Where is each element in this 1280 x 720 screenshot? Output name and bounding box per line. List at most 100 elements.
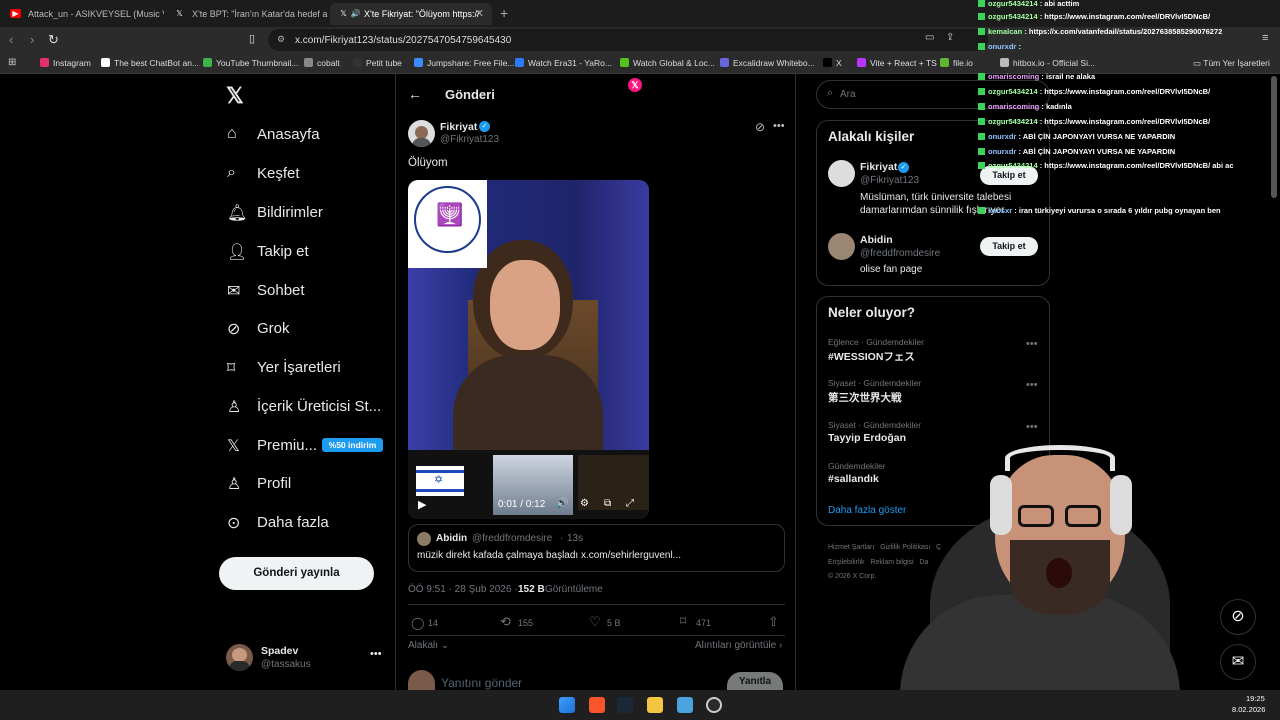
bookmark-item[interactable]: The best ChatBot an...: [101, 58, 199, 68]
apps-grid-icon[interactable]: ⊞: [8, 57, 16, 68]
chat-text: : https://x.com/vatanfedail/status/20276…: [1024, 27, 1223, 36]
tab-title: Attack_un - ASIKVEYSEL (Music Vide...: [28, 9, 164, 19]
bookmark-page-icon[interactable]: ▯: [249, 32, 255, 45]
obs-icon[interactable]: [706, 697, 722, 713]
grok-icon[interactable]: ⊘: [755, 120, 765, 134]
like-icon[interactable]: ♡: [589, 614, 601, 630]
bookmark-item[interactable]: Instagram: [40, 58, 91, 68]
view-quotes-link[interactable]: Alıntıları görüntüle ›: [695, 640, 782, 651]
sidebar-item-home[interactable]: ⌂ Anasayfa: [225, 125, 385, 146]
show-more-link[interactable]: Daha fazla göster: [828, 505, 906, 516]
fullscreen-icon[interactable]: ⤢: [626, 498, 634, 509]
bookmark-item[interactable]: Petit tube: [353, 58, 402, 68]
new-tab-icon[interactable]: +: [500, 5, 508, 21]
bookmark-icon[interactable]: ⌑: [680, 614, 686, 628]
settings-icon[interactable]: ⚙: [580, 498, 589, 509]
video-time: 0:01 / 0:12: [498, 499, 546, 510]
brave-browser-icon[interactable]: [589, 697, 605, 713]
author-handle[interactable]: @Fikriyat123: [440, 134, 499, 145]
messages-float-icon[interactable]: ✉: [1220, 644, 1256, 680]
app-icon[interactable]: [677, 697, 693, 713]
share-icon[interactable]: ⇧: [768, 614, 779, 630]
all-bookmarks-folder[interactable]: ▭ Tüm Yer İşaretleri: [1193, 58, 1270, 69]
follow-button[interactable]: Takip et: [980, 237, 1038, 256]
cast-icon[interactable]: ▭: [925, 32, 934, 43]
trend-more-icon[interactable]: •••: [1026, 379, 1038, 391]
sidebar-item-label: Grok: [257, 320, 290, 337]
trend-more-icon[interactable]: •••: [1026, 338, 1038, 350]
sidebar-item-grok[interactable]: ⊘ Grok: [225, 320, 385, 340]
bookmark-item[interactable]: Excalidraw Whitebo...: [720, 58, 815, 68]
reply-icon[interactable]: ◯: [411, 616, 424, 630]
account-more-icon[interactable]: •••: [370, 648, 382, 660]
bookmark-item[interactable]: hitbox.io - Official Si...: [1000, 58, 1095, 68]
sidebar-item-bookmark[interactable]: ⌑ Yer İşaretleri: [225, 359, 385, 379]
author-name[interactable]: Fikriyat: [440, 121, 477, 133]
url-field[interactable]: ⚙ x.com/Fikriyat123/status/2027547054759…: [268, 29, 988, 51]
sidebar-item-more-circle[interactable]: ⊙ Daha fazla: [225, 514, 385, 534]
chat-text: : https://www.instagram.com/reel/DRVlvI5…: [1039, 161, 1234, 170]
sidebar-item-person-add[interactable]: 👤︎ Takip et: [225, 243, 385, 263]
person-name[interactable]: Abidin: [860, 234, 893, 246]
bookmark-item[interactable]: Watch Global & Loc...: [620, 58, 715, 68]
browser-tab-active[interactable]: 𝕏 🔊 X'te Fikriyat: "Ölüyom https:// ✕: [330, 3, 492, 25]
trend-name[interactable]: #WESSIONフェス: [828, 349, 915, 364]
x-logo-icon[interactable]: 𝕏: [226, 83, 244, 109]
browser-tab[interactable]: ▶ Attack_un - ASIKVEYSEL (Music Vide...: [2, 3, 164, 25]
author-avatar[interactable]: [408, 120, 435, 147]
back-arrow-icon[interactable]: ←: [408, 86, 422, 102]
file-explorer-icon[interactable]: [647, 697, 663, 713]
repost-icon[interactable]: ⟲: [500, 614, 511, 630]
person-avatar[interactable]: [828, 233, 855, 260]
back-icon[interactable]: ‹: [9, 32, 13, 47]
trend-name[interactable]: Tayyip Erdoğan: [828, 432, 906, 444]
grok-float-icon[interactable]: ⊘: [1220, 599, 1256, 635]
reply-button[interactable]: Yanıtla: [727, 672, 783, 690]
trend-name[interactable]: #sallandık: [828, 473, 879, 485]
bookmark-item[interactable]: Jumpshare: Free File...: [414, 58, 514, 68]
sidebar-item-search[interactable]: ⌕ Keşfet: [225, 164, 385, 185]
menu-icon[interactable]: ≡: [1262, 32, 1268, 44]
post-button[interactable]: Gönderi yayınla: [219, 557, 374, 590]
chat-username: ozgur5434214: [988, 87, 1038, 96]
volume-icon[interactable]: 🔊: [556, 498, 568, 509]
bookmark-item[interactable]: file.io: [940, 58, 973, 68]
play-icon[interactable]: ▶: [418, 498, 426, 511]
sidebar-item-creator-studio[interactable]: ♙ İçerik Üreticisi St...: [225, 398, 385, 418]
person-avatar[interactable]: [828, 160, 855, 187]
close-tab-icon[interactable]: ✕: [475, 7, 484, 20]
trend-more-icon[interactable]: •••: [1026, 421, 1038, 433]
reload-icon[interactable]: ↻: [48, 32, 59, 48]
post-more-icon[interactable]: •••: [773, 120, 785, 132]
bookmark-item[interactable]: cobalt: [304, 58, 340, 68]
bookmark-label: Watch Era31 - YaRo...: [528, 58, 612, 68]
quoted-post[interactable]: Abidin @freddfromdesire · 13s müzik dire…: [408, 524, 785, 572]
browser-tab[interactable]: 𝕏 X'te BPT: "İran'ın Katar'da hedef aldı…: [166, 3, 328, 25]
pip-icon[interactable]: ⧉: [604, 498, 611, 509]
share-icon[interactable]: ⇪: [946, 32, 954, 43]
scrollbar[interactable]: [1271, 76, 1277, 198]
bookmark-item[interactable]: X: [823, 58, 842, 68]
tab-title: X'te Fikriyat: "Ölüyom https://: [364, 9, 480, 19]
windows-start-icon[interactable]: [559, 697, 575, 713]
account-avatar[interactable]: [226, 644, 253, 671]
post-timestamp[interactable]: ÖÖ 9:51 · 28 Şub 2026 ·: [408, 584, 518, 595]
bookmark-item[interactable]: YouTube Thumbnail...: [203, 58, 298, 68]
steam-icon[interactable]: [617, 697, 633, 713]
reply-input[interactable]: Yanıtını gönder: [441, 676, 522, 690]
bookmark-item[interactable]: Vite + React + TS: [857, 58, 937, 68]
trend-name[interactable]: 第三次世界大戦: [828, 390, 902, 405]
sidebar-item-mail[interactable]: ✉ Sohbet: [225, 282, 385, 302]
post-video[interactable]: 🕎 ✡ ▶ 0:01 / 0:12 🔊 ⚙ ⧉ ⤢: [408, 180, 649, 519]
site-info-icon[interactable]: ⚙: [277, 34, 285, 45]
chat-message: ozgur5434214 : https://www.instagram.com…: [978, 161, 1234, 170]
bookmark-favicon-icon: [304, 58, 313, 67]
sidebar-item-bell[interactable]: 🔔︎ Bildirimler: [225, 204, 385, 224]
person-name[interactable]: Fikriyat: [860, 161, 897, 173]
forward-icon[interactable]: ›: [30, 32, 34, 47]
taskbar: [0, 690, 1280, 720]
sidebar-item-person[interactable]: ♙ Profil: [225, 475, 385, 495]
related-sort-dropdown[interactable]: Alakalı ⌄: [408, 640, 449, 651]
sidebar-item-label: Sohbet: [257, 282, 305, 299]
bookmark-item[interactable]: Watch Era31 - YaRo...: [515, 58, 612, 68]
